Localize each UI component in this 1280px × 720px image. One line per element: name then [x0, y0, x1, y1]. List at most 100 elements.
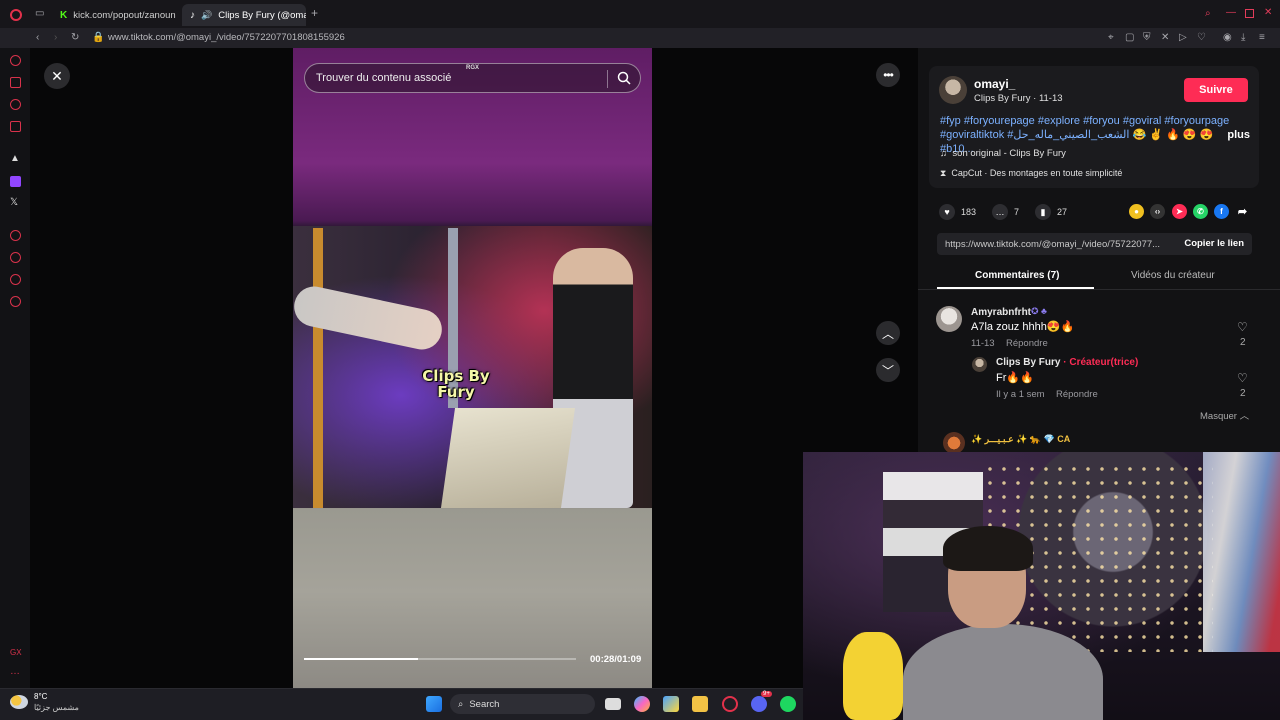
- hashtags-line[interactable]: #fyp #foryourepage #explore #foryou #gov…: [940, 114, 1250, 128]
- video-player[interactable]: Clips By Fury: [293, 48, 652, 688]
- back-icon[interactable]: ‹: [36, 33, 39, 43]
- reload-icon[interactable]: ↻: [71, 33, 79, 43]
- opera-logo-icon[interactable]: [10, 9, 22, 21]
- comment-author[interactable]: Amyrabnfrht: [971, 307, 1031, 318]
- video-frame-detail: [313, 228, 323, 508]
- comment-avatar[interactable]: [936, 306, 962, 332]
- author-username[interactable]: omayi_: [974, 77, 1015, 91]
- pin-icon[interactable]: ⌖: [1108, 33, 1114, 43]
- next-video-button[interactable]: ﹀: [876, 358, 900, 382]
- shield-icon[interactable]: ⛨: [1143, 33, 1151, 43]
- hide-replies-button[interactable]: Masquer ︿: [1200, 408, 1249, 422]
- more-link[interactable]: plus: [1227, 128, 1250, 156]
- store-icon[interactable]: [663, 696, 679, 712]
- messenger-icon[interactable]: [10, 99, 21, 110]
- sound-row[interactable]: ♫ son original - Clips By Fury: [940, 148, 1066, 159]
- arc-icon[interactable]: ▲: [10, 154, 21, 165]
- webcam-person-body: [903, 624, 1103, 720]
- comment-icon[interactable]: …: [992, 204, 1008, 220]
- x-icon[interactable]: 𝕏: [10, 198, 21, 209]
- tab-tiktok[interactable]: ♪ 🔊 Clips By Fury (@omay: [182, 4, 306, 26]
- whatsapp-icon[interactable]: ✆: [1193, 204, 1208, 219]
- tab-list-icon[interactable]: ▭: [35, 9, 44, 19]
- minimize-icon[interactable]: —: [1226, 8, 1236, 18]
- windows-start-icon[interactable]: [426, 696, 442, 712]
- like-stat[interactable]: ♥ 183: [939, 204, 976, 220]
- close-window-icon[interactable]: ✕: [1264, 8, 1272, 18]
- capcut-row[interactable]: ⧗ CapCut · Des montages en toute simplic…: [940, 168, 1122, 179]
- translate-icon[interactable]: ▷: [1179, 33, 1187, 43]
- opera-gx-icon[interactable]: [722, 696, 738, 712]
- file-explorer-icon[interactable]: [692, 696, 708, 712]
- address-bar: ‹ › ↻ 🔒 www.tiktok.com/@omayi_/video/757…: [0, 28, 1280, 48]
- task-view-icon[interactable]: [605, 698, 621, 710]
- comment-author[interactable]: ✨ عـبـيـــر ✨ 🐆 💎 CA: [971, 434, 1070, 445]
- video-link[interactable]: https://www.tiktok.com/@omayi_/video/757…: [945, 239, 1160, 250]
- heart-icon[interactable]: ♥: [939, 204, 955, 220]
- send-icon[interactable]: ➤: [1172, 204, 1187, 219]
- facebook-icon[interactable]: f: [1214, 204, 1229, 219]
- video-caption: Clips By Fury: [422, 367, 490, 401]
- gx-icon[interactable]: GX: [10, 648, 22, 659]
- extension-icon[interactable]: ✕: [1161, 33, 1169, 43]
- reply-button[interactable]: Répondre: [1056, 389, 1098, 400]
- reply-avatar[interactable]: [972, 357, 987, 372]
- search-tabs-icon[interactable]: ⌕: [1205, 9, 1211, 19]
- heart-bookmark-icon[interactable]: ♡: [1197, 33, 1206, 43]
- search-icon[interactable]: [617, 71, 631, 85]
- snapshot-icon[interactable]: ▢: [1125, 33, 1134, 43]
- tab-label: Clips By Fury (@omay: [218, 9, 306, 21]
- related-content-search[interactable]: Trouver du contenu associé RGX: [304, 63, 641, 93]
- embed-icon[interactable]: ‹›: [1150, 204, 1165, 219]
- copilot-icon[interactable]: [634, 696, 650, 712]
- tab-kick[interactable]: K kick.com/popout/zanoun: [52, 4, 176, 26]
- more-options-button[interactable]: •••: [876, 63, 900, 87]
- save-stat[interactable]: ▮ 27: [1035, 204, 1067, 220]
- bookmark-icon[interactable]: [10, 274, 21, 285]
- copy-link-button[interactable]: Copier le lien: [1184, 238, 1244, 249]
- video-link-field[interactable]: https://www.tiktok.com/@omayi_/video/757…: [937, 233, 1252, 255]
- tab-comments[interactable]: Commentaires (7): [975, 270, 1059, 281]
- url-field[interactable]: www.tiktok.com/@omayi_/video/75722077018…: [108, 32, 345, 43]
- bookmark-save-icon[interactable]: ▮: [1035, 204, 1051, 220]
- comment-stat[interactable]: … 7: [992, 204, 1019, 220]
- windows-taskbar: [0, 688, 803, 720]
- settings-icon[interactable]: [10, 296, 21, 307]
- reply-like-icon[interactable]: ♡: [1237, 371, 1248, 385]
- history-icon[interactable]: [10, 252, 21, 263]
- weather-temp: 8°C: [34, 692, 48, 701]
- comment-avatar[interactable]: [943, 432, 965, 454]
- download-icon[interactable]: ⤓: [1241, 33, 1245, 43]
- hide-replies-label: Masquer: [1200, 411, 1237, 422]
- reply-author-name[interactable]: Clips By Fury: [996, 357, 1060, 368]
- author-avatar[interactable]: [939, 76, 967, 104]
- twitch-icon[interactable]: [10, 176, 21, 187]
- tiktok-icon: ♪: [190, 9, 195, 21]
- video-progress-bar[interactable]: [304, 658, 576, 660]
- taskbar-search[interactable]: ⌕ Search: [450, 694, 595, 714]
- more-icon[interactable]: …: [10, 667, 21, 679]
- aria-icon[interactable]: [10, 55, 21, 66]
- account-icon[interactable]: ◉: [1223, 33, 1232, 43]
- reply-button[interactable]: Répondre: [1006, 338, 1048, 349]
- reply-text: Fr🔥🔥: [996, 372, 1034, 384]
- coin-icon[interactable]: ●: [1129, 204, 1144, 219]
- menu-icon[interactable]: ≡: [1259, 33, 1265, 43]
- search-input[interactable]: Trouver du contenu associé: [316, 72, 451, 84]
- maximize-icon[interactable]: [1245, 9, 1254, 18]
- comment-like-icon[interactable]: ♡: [1237, 320, 1248, 334]
- close-player-button[interactable]: ✕: [44, 63, 70, 89]
- new-tab-button[interactable]: +: [311, 7, 318, 19]
- forward-icon[interactable]: ›: [54, 33, 57, 43]
- follow-button[interactable]: Suivre: [1184, 78, 1248, 102]
- tab-creator-videos[interactable]: Vidéos du créateur: [1131, 270, 1215, 281]
- discord-icon[interactable]: [751, 696, 767, 712]
- bag-icon[interactable]: [10, 77, 21, 88]
- kick-icon: K: [60, 9, 68, 21]
- player-icon[interactable]: [10, 230, 21, 241]
- spotify-icon[interactable]: [780, 696, 796, 712]
- previous-video-button[interactable]: ︿: [876, 321, 900, 345]
- lock-icon: 🔒: [92, 32, 105, 43]
- mail-icon[interactable]: [10, 121, 21, 132]
- share-icon[interactable]: ➦: [1235, 204, 1250, 219]
